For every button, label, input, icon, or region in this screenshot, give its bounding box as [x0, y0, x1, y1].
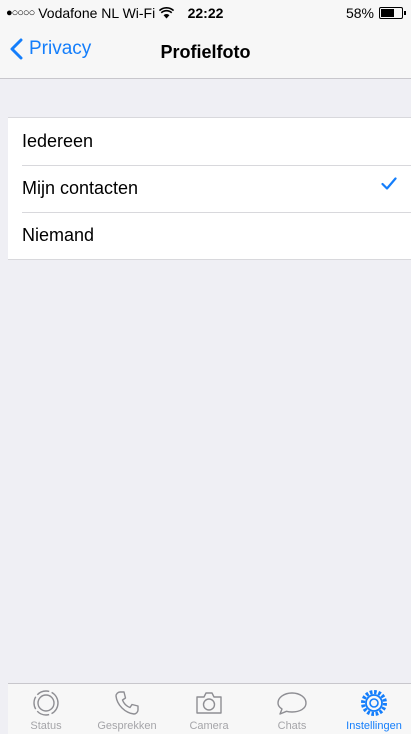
phone-icon — [115, 691, 139, 715]
option-niemand[interactable]: Niemand — [8, 212, 411, 259]
option-label: Niemand — [22, 225, 95, 245]
tab-gesprekken[interactable]: Gesprekken — [92, 684, 162, 734]
option-iedereen[interactable]: Iedereen — [8, 118, 411, 165]
status-bar: ●○○○○ Vodafone NL Wi-Fi 22:22 58% — [0, 0, 411, 28]
tab-chats[interactable]: Chats — [257, 684, 327, 734]
tab-bar: Status Gesprekken Camera Chats Instellin… — [8, 683, 411, 734]
option-label: Iedereen — [22, 131, 94, 151]
checkmark-icon — [381, 177, 397, 190]
battery-fill — [381, 9, 394, 17]
tab-instellingen[interactable]: Instellingen — [339, 684, 409, 734]
navigation-bar: Privacy Profielfoto — [0, 28, 411, 79]
gear-icon — [361, 690, 387, 716]
battery-icon — [379, 7, 406, 19]
page-title: Profielfoto — [160, 42, 251, 62]
tab-label: Chats — [277, 720, 307, 732]
tab-label: Gesprekken — [97, 720, 157, 732]
option-list: Iedereen Mijn contacten Niemand — [8, 117, 411, 260]
battery-percentage: 58% — [345, 5, 374, 21]
status-icon — [33, 690, 59, 716]
tab-status[interactable]: Status — [11, 684, 81, 734]
tab-label: Instellingen — [346, 720, 402, 732]
option-label: Mijn contacten — [22, 178, 139, 198]
option-mijn-contacten[interactable]: Mijn contacten — [8, 165, 411, 212]
tab-camera[interactable]: Camera — [174, 684, 244, 734]
tab-label: Camera — [189, 720, 229, 732]
camera-icon — [196, 692, 222, 714]
tab-label: Status — [30, 720, 62, 732]
battery-group: 58% — [345, 5, 406, 21]
chat-bubble-icon — [277, 692, 307, 715]
